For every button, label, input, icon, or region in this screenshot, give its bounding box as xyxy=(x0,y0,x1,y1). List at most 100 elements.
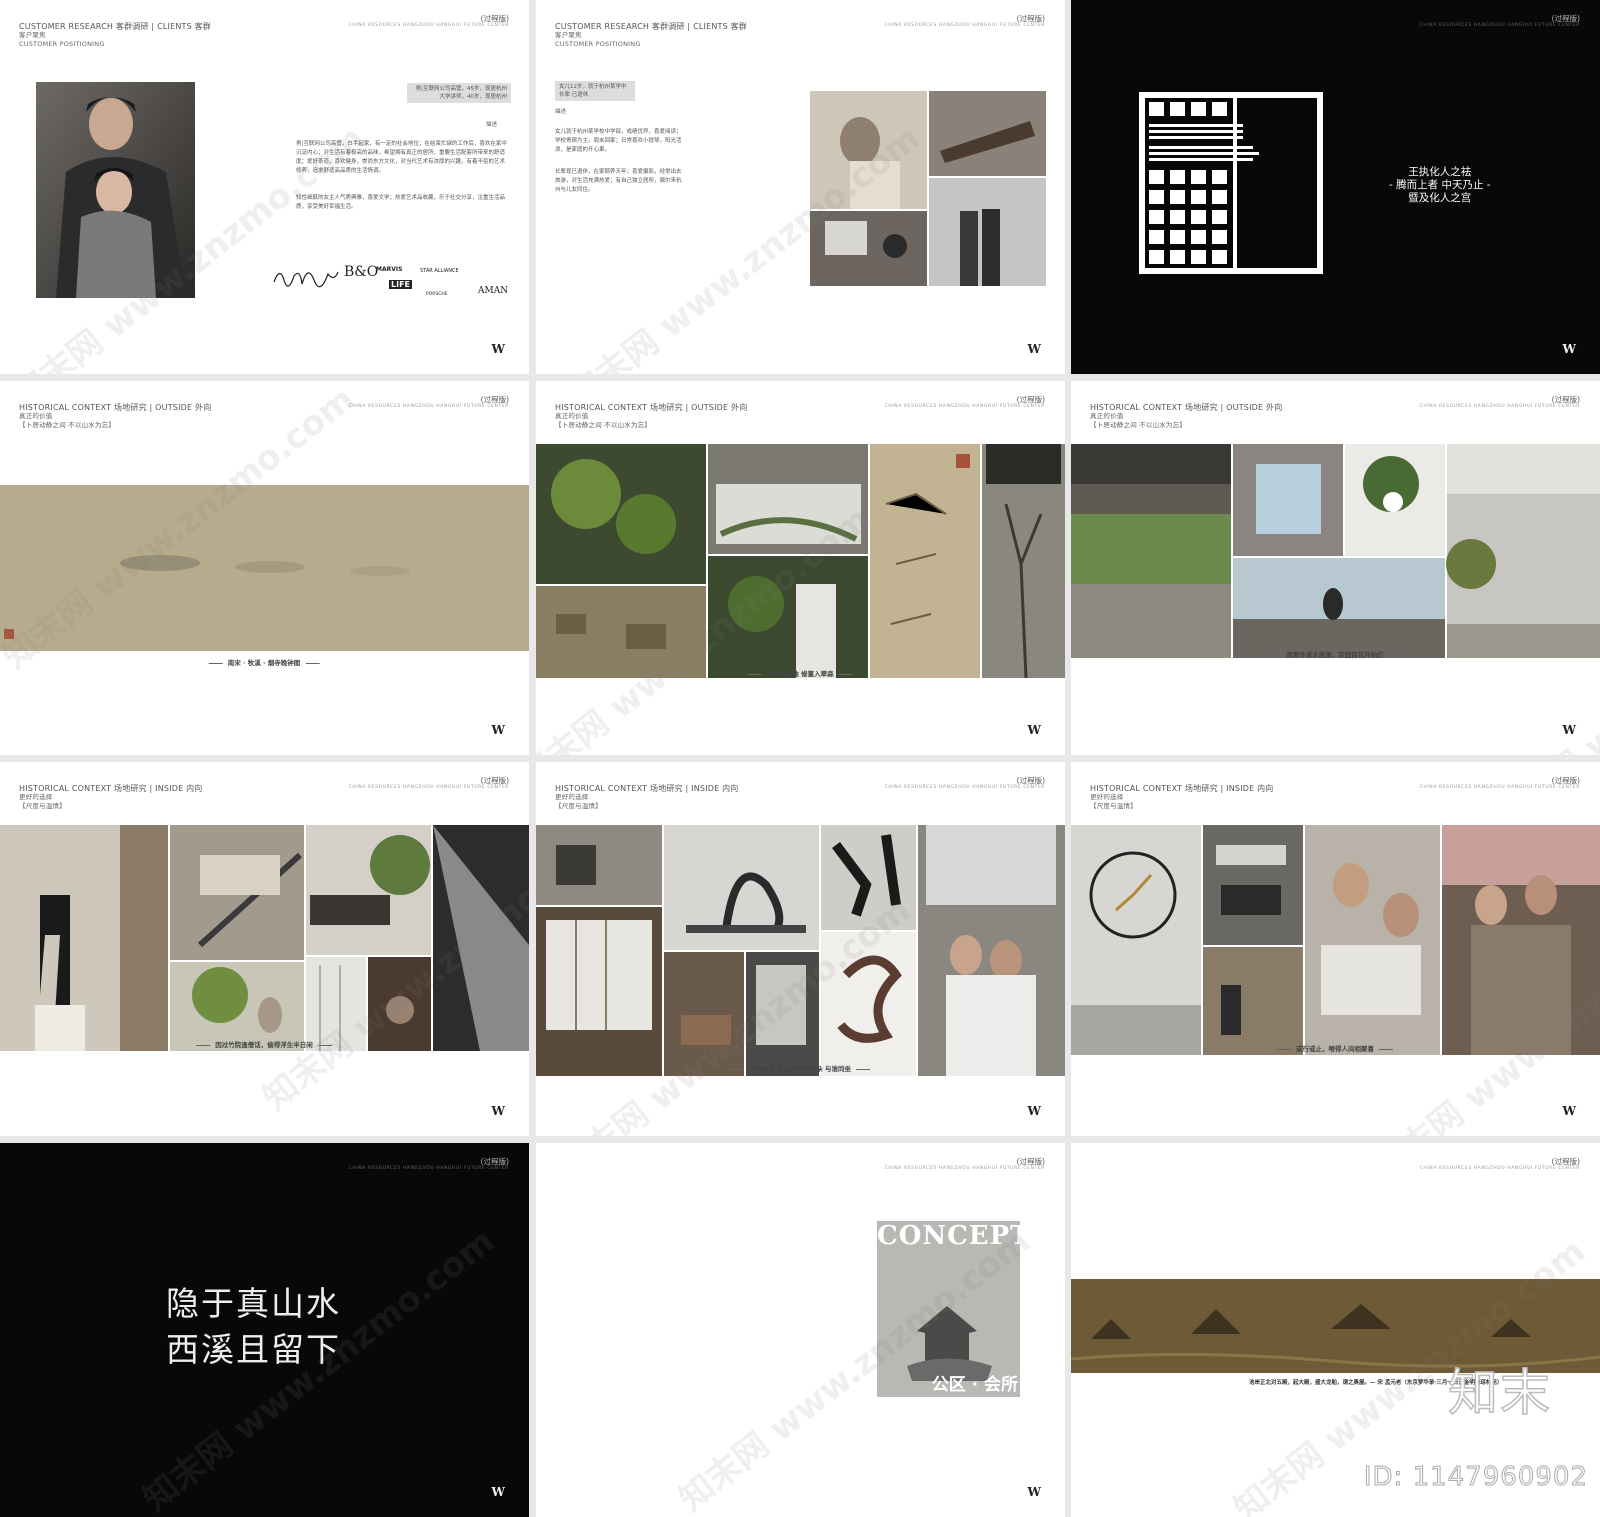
slide-customer-clients[interactable]: CUSTOMER RESEARCH 客群调研 | CLIENTS 客群 客户聚焦… xyxy=(0,0,529,374)
brand-logo: AMAN xyxy=(478,286,509,296)
header-title: CUSTOMER RESEARCH 客群调研 | CLIENTS 客群 xyxy=(19,22,212,31)
header-subtitle-en: CUSTOMER POSITIONING xyxy=(555,40,641,48)
desc-paragraph: 男|互联网公司高管，白手起家，有一定的社会地位；在结束忙碌的工作后，喜欢在家中沉… xyxy=(296,141,507,174)
header-title: HISTORICAL CONTEXT 场地研究 | INSIDE 内向 xyxy=(1090,784,1274,793)
header-title: HISTORICAL CONTEXT 场地研究 | INSIDE 内向 xyxy=(555,784,739,793)
header-subtitle-cn: 【尺度与温情】 xyxy=(19,802,66,810)
brand-w-logo: W xyxy=(1562,723,1576,737)
image-caption: 观窗外溪水涨落，赏庭前花开始烂 xyxy=(1267,649,1403,659)
header-subtitle: 真正的价值 xyxy=(555,412,589,420)
brand-w-logo: W xyxy=(1027,1104,1041,1118)
brand-w-logo: W xyxy=(1027,723,1041,737)
slide-inside-family[interactable]: HISTORICAL CONTEXT 场地研究 | INSIDE 内向 更好的选… xyxy=(1071,762,1600,1136)
brand-w-logo: W xyxy=(1027,1485,1041,1499)
brand-w-logo: W xyxy=(1027,342,1041,356)
slide-header: HISTORICAL CONTEXT 场地研究 | OUTSIDE 外向 真正的… xyxy=(19,403,211,430)
landscape-scroll-painting xyxy=(0,485,529,651)
header-subtitle-cn: 【卜居动静之间 不以山水为忘】 xyxy=(555,421,652,429)
water-architecture-collage xyxy=(1071,444,1600,658)
slide-header: CUSTOMER RESEARCH 客群调研 | CLIENTS 客群 客户聚焦… xyxy=(555,22,747,49)
client-tag: 大学讲师，40岁，现居杭州 xyxy=(439,94,508,100)
slide-inside-lifestyle[interactable]: HISTORICAL CONTEXT 场地研究 | INSIDE 内向 更好的选… xyxy=(536,762,1065,1136)
concept-subtitle: 公区 · 会所 xyxy=(931,1375,1018,1395)
desc-title: 描述 xyxy=(555,109,567,115)
brand-logo: B&O xyxy=(344,264,379,280)
project-label: CHINA RESOURCES HANGZHOU HANGHUI FUTURE … xyxy=(884,1166,1045,1171)
brand-w-logo: W xyxy=(491,1485,505,1499)
header-title: HISTORICAL CONTEXT 场地研究 | OUTSIDE 外向 xyxy=(1090,403,1283,412)
brand-w-logo: W xyxy=(1562,1104,1576,1118)
slide-header: HISTORICAL CONTEXT 场地研究 | INSIDE 内向 更好的选… xyxy=(19,784,203,811)
slide-header: CUSTOMER RESEARCH 客群调研 | CLIENTS 客群 客户聚焦… xyxy=(19,22,211,49)
header-subtitle: 真正的价值 xyxy=(19,412,53,420)
header-subtitle: 更好的选择 xyxy=(1090,793,1124,801)
garden-photo-collage xyxy=(536,444,1065,678)
slide-building-poem[interactable]: (过程版) CHINA RESOURCES HANGZHOU HANGHUI F… xyxy=(1071,0,1600,374)
project-label: CHINA RESOURCES HANGZHOU HANGHUI FUTURE … xyxy=(1419,23,1580,28)
signature-logo xyxy=(272,262,340,292)
lifestyle-photo-collage xyxy=(536,825,1065,1076)
slide-title-text: 隐于真山水 西溪且留下 xyxy=(166,1284,341,1369)
header-subtitle: 更好的选择 xyxy=(19,793,53,801)
project-label: CHINA RESOURCES HANGZHOU HANGHUI FUTURE … xyxy=(348,1166,509,1171)
slide-outside-painting[interactable]: HISTORICAL CONTEXT 场地研究 | OUTSIDE 外向 真正的… xyxy=(0,381,529,755)
brand-w-logo: W xyxy=(491,1104,505,1118)
desc-paragraph: 女儿就于杭州某学校中学部，成绩优异，喜爱阅读；学校寄宿为主，周末回家；日常喜欢小… xyxy=(555,129,682,153)
building-icon xyxy=(1139,92,1323,274)
image-caption: 十里清溪曲 修篁入翠森 xyxy=(747,668,852,678)
project-label: CHINA RESOURCES HANGZHOU HANGHUI FUTURE … xyxy=(884,23,1045,28)
image-caption: 或行或止，唯得人间相聚喜 xyxy=(1277,1043,1393,1053)
slide-header: HISTORICAL CONTEXT 场地研究 | OUTSIDE 外向 真正的… xyxy=(555,403,747,430)
poem-text: 王执化人之祛 - 腾而上者 中天乃止 - 暨及化人之宫 xyxy=(1389,166,1491,204)
project-label: CHINA RESOURCES HANGZHOU HANGHUI FUTURE … xyxy=(348,23,509,28)
header-subtitle-cn: 【卜居动静之间 不以山水为忘】 xyxy=(1090,421,1187,429)
brand-logo: MARVIS xyxy=(376,266,403,273)
header-subtitle: 客户聚焦 xyxy=(19,31,46,39)
project-label: CHINA RESOURCES HANGZHOU HANGHUI FUTURE … xyxy=(1419,785,1580,790)
slide-inside-interior[interactable]: HISTORICAL CONTEXT 场地研究 | INSIDE 内向 更好的选… xyxy=(0,762,529,1136)
slide-header: HISTORICAL CONTEXT 场地研究 | OUTSIDE 外向 真正的… xyxy=(1090,403,1282,430)
header-subtitle: 更好的选择 xyxy=(555,793,589,801)
brand-w-logo: W xyxy=(491,723,505,737)
brand-w-logo: W xyxy=(1562,342,1576,356)
client-tag: 男|互联网公司高管，45岁，现居杭州 xyxy=(415,86,507,92)
slide-header: HISTORICAL CONTEXT 场地研究 | INSIDE 内向 更好的选… xyxy=(1090,784,1274,811)
slide-palace-scroll[interactable]: (过程版) CHINA RESOURCES HANGZHOU HANGHUI F… xyxy=(1071,1143,1600,1517)
couple-portrait-photo xyxy=(36,82,195,298)
project-label: CHINA RESOURCES HANGZHOU HANGHUI FUTURE … xyxy=(884,785,1045,790)
project-label: CHINA RESOURCES HANGZHOU HANGHUI FUTURE … xyxy=(1419,1166,1580,1171)
watermark-logo: 知末 xyxy=(1447,1363,1552,1423)
project-label: CHINA RESOURCES HANGZHOU HANGHUI FUTURE … xyxy=(348,785,509,790)
header-subtitle-en: CUSTOMER POSITIONING xyxy=(19,40,105,48)
family-gathering-collage xyxy=(1071,825,1600,1055)
family-lifestyle-collage xyxy=(810,91,1046,286)
header-subtitle-cn: 【尺度与温情】 xyxy=(555,802,602,810)
concept-card: CONCEPT 公区 · 会所 xyxy=(877,1221,1020,1397)
desc-title: 描述 xyxy=(486,122,498,128)
slide-concept[interactable]: (过程版) CHINA RESOURCES HANGZHOU HANGHUI F… xyxy=(536,1143,1065,1517)
interior-photo-collage xyxy=(0,825,529,1051)
slide-outside-collage[interactable]: HISTORICAL CONTEXT 场地研究 | OUTSIDE 外向 真正的… xyxy=(536,381,1065,755)
header-subtitle: 客户聚焦 xyxy=(555,31,582,39)
project-label: CHINA RESOURCES HANGZHOU HANGHUI FUTURE … xyxy=(1419,404,1580,409)
desc-paragraph: 长辈现已退休，在家颐养天年；喜爱摄影，经常出去旅游，对生活充满热爱；有自己独立居… xyxy=(555,169,682,193)
slide-title-mountain[interactable]: (过程版) CHINA RESOURCES HANGZHOU HANGHUI F… xyxy=(0,1143,529,1517)
client-tag-box: 女儿12岁，就于杭州某学中 长辈 已退休 xyxy=(555,81,635,101)
client-tag: 长辈 已退休 xyxy=(559,92,589,98)
slide-customer-family[interactable]: CUSTOMER RESEARCH 客群调研 | CLIENTS 客群 客户聚焦… xyxy=(536,0,1065,374)
desc-paragraph: 知性细腻的女主人气质典雅，喜爱文学；热爱艺术品收藏，乐于社交分享，注重生活品质，… xyxy=(296,195,506,210)
client-tag: 女儿12岁，就于杭州某学中 xyxy=(559,84,627,90)
brand-logo: LIFE xyxy=(389,280,413,289)
header-title: HISTORICAL CONTEXT 场地研究 | INSIDE 内向 xyxy=(19,784,203,793)
header-subtitle-cn: 【尺度与温情】 xyxy=(1090,802,1137,810)
header-title: CUSTOMER RESEARCH 客群调研 | CLIENTS 客群 xyxy=(555,22,748,31)
project-label: CHINA RESOURCES HANGZHOU HANGHUI FUTURE … xyxy=(348,404,509,409)
watermark-id: ID: 1147960902 xyxy=(1363,1462,1588,1493)
client-tag-box: 男|互联网公司高管，45岁，现居杭州 大学讲师，40岁，现居杭州 xyxy=(407,83,511,103)
image-caption: 南宋 · 牧溪 · 烟寺晚钟图 xyxy=(209,657,320,667)
image-caption: 闲倚胡床 庾公楼外峰千朵 与谁同坐 xyxy=(730,1063,870,1073)
brand-w-logo: W xyxy=(491,342,505,356)
header-subtitle: 真正的价值 xyxy=(1090,412,1124,420)
concept-title: CONCEPT xyxy=(877,1221,1020,1251)
slide-outside-water[interactable]: HISTORICAL CONTEXT 场地研究 | OUTSIDE 外向 真正的… xyxy=(1071,381,1600,755)
